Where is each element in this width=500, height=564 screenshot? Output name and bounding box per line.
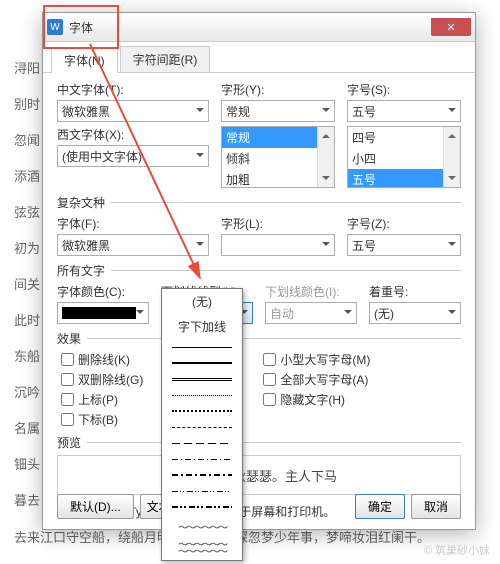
west-font-combo[interactable]: (使用中文字体) bbox=[57, 145, 209, 167]
effects-col-left: 删除线(K) 双删除线(G) 上标(P) 下标(B) bbox=[61, 351, 143, 428]
label-cn-font: 中文字体(T): bbox=[57, 81, 209, 98]
label-size: 字号(S): bbox=[347, 81, 461, 98]
dialog-title: 字体 bbox=[69, 19, 93, 36]
dd-none[interactable]: (无) bbox=[162, 289, 242, 314]
cb-dstrike[interactable]: 双删除线(G) bbox=[61, 371, 143, 388]
dd-wave[interactable]: ～～～～～～ bbox=[162, 515, 242, 538]
cb-hidden[interactable]: 隐藏文字(H) bbox=[263, 391, 370, 408]
dd-dash-dot-heavy[interactable] bbox=[162, 467, 242, 483]
watermark: © 筑巢砂小妹 bbox=[424, 542, 490, 558]
dd-wave-double[interactable]: ～～～～～～～～～～～～ bbox=[162, 538, 242, 560]
dd-words[interactable]: 字下加线 bbox=[162, 314, 242, 339]
label-style-l: 字形(L): bbox=[221, 215, 335, 232]
dd-dash-dot-dot-heavy[interactable] bbox=[162, 499, 242, 515]
cb-sub[interactable]: 下标(B) bbox=[61, 411, 143, 428]
font-dialog: W 字体 ✕ 字体(N) 字符间距(R) 中文字体(T): 微软雅黑 字形(Y)… bbox=[42, 12, 476, 530]
emphasis-combo[interactable]: (无) bbox=[369, 302, 461, 324]
dd-thick[interactable] bbox=[162, 355, 242, 371]
preview-box: 枫叶荻花秋瑟瑟。主人下马 bbox=[57, 455, 461, 495]
ok-button[interactable]: 确定 bbox=[355, 494, 405, 519]
dd-double[interactable] bbox=[162, 371, 242, 387]
close-button[interactable]: ✕ bbox=[431, 18, 471, 36]
background-text: 浔阳别时忽闻 添酒弦弦初为 间关此时东船 沉吟名属钿头 暮去 bbox=[14, 54, 40, 522]
style-l-combo[interactable] bbox=[221, 234, 335, 256]
underline-dropdown: (无) 字下加线 ～～～～～～ ～～～～～～～～～～～～ bbox=[161, 288, 243, 561]
scrollbar[interactable] bbox=[443, 127, 460, 187]
underline-color-combo[interactable]: 自动 bbox=[265, 302, 357, 324]
label-style: 字形(Y): bbox=[221, 81, 335, 98]
size-listbox[interactable]: 四号 小四 五号 bbox=[347, 126, 461, 188]
label-west-font: 西文字体(X): bbox=[57, 126, 209, 143]
style-combo[interactable]: 常规 bbox=[221, 100, 335, 122]
cancel-button[interactable]: 取消 bbox=[411, 494, 461, 519]
group-effects: 效果 bbox=[57, 330, 461, 347]
cb-super[interactable]: 上标(P) bbox=[61, 391, 143, 408]
cb-smallcaps[interactable]: 小型大写字母(M) bbox=[263, 351, 370, 368]
style-listbox[interactable]: 常规 倾斜 加粗 bbox=[221, 126, 335, 188]
dd-dotted[interactable] bbox=[162, 387, 242, 403]
default-button[interactable]: 默认(D)... bbox=[57, 494, 134, 519]
group-preview: 预览 bbox=[57, 434, 461, 451]
titlebar: W 字体 ✕ bbox=[43, 13, 475, 42]
dd-dash-dot-dot[interactable] bbox=[162, 483, 242, 499]
cb-allcaps[interactable]: 全部大写字母(A) bbox=[263, 371, 370, 388]
font-color-combo[interactable] bbox=[57, 302, 149, 324]
scrollbar[interactable] bbox=[317, 127, 334, 187]
dd-dash-dot[interactable] bbox=[162, 451, 242, 467]
group-alltext: 所有文字 bbox=[57, 262, 461, 279]
label-underline-color: 下划线颜色(I): bbox=[265, 283, 357, 300]
tab-font[interactable]: 字体(N) bbox=[51, 47, 118, 73]
dd-dotted-thick[interactable] bbox=[162, 403, 242, 419]
tab-spacing[interactable]: 字符间距(R) bbox=[120, 46, 211, 72]
label-font-color: 字体颜色(C): bbox=[57, 283, 149, 300]
size-z-combo[interactable]: 五号 bbox=[347, 234, 461, 256]
app-icon: W bbox=[47, 19, 63, 35]
cn-font-combo[interactable]: 微软雅黑 bbox=[57, 100, 209, 122]
dd-single[interactable] bbox=[162, 339, 242, 355]
tab-bar: 字体(N) 字符间距(R) bbox=[43, 42, 475, 73]
dd-dashed[interactable] bbox=[162, 419, 242, 435]
font-f-combo[interactable]: 微软雅黑 bbox=[57, 234, 209, 256]
size-combo[interactable]: 五号 bbox=[347, 100, 461, 122]
cb-strike[interactable]: 删除线(K) bbox=[61, 351, 143, 368]
label-size-z: 字号(Z): bbox=[347, 215, 461, 232]
effects-col-right: 小型大写字母(M) 全部大写字母(A) 隐藏文字(H) bbox=[263, 351, 370, 428]
label-emphasis: 着重号: bbox=[369, 283, 461, 300]
group-complex: 复杂文种 bbox=[57, 194, 461, 211]
dd-dash-long[interactable] bbox=[162, 435, 242, 451]
label-font-f: 字体(F): bbox=[57, 215, 209, 232]
